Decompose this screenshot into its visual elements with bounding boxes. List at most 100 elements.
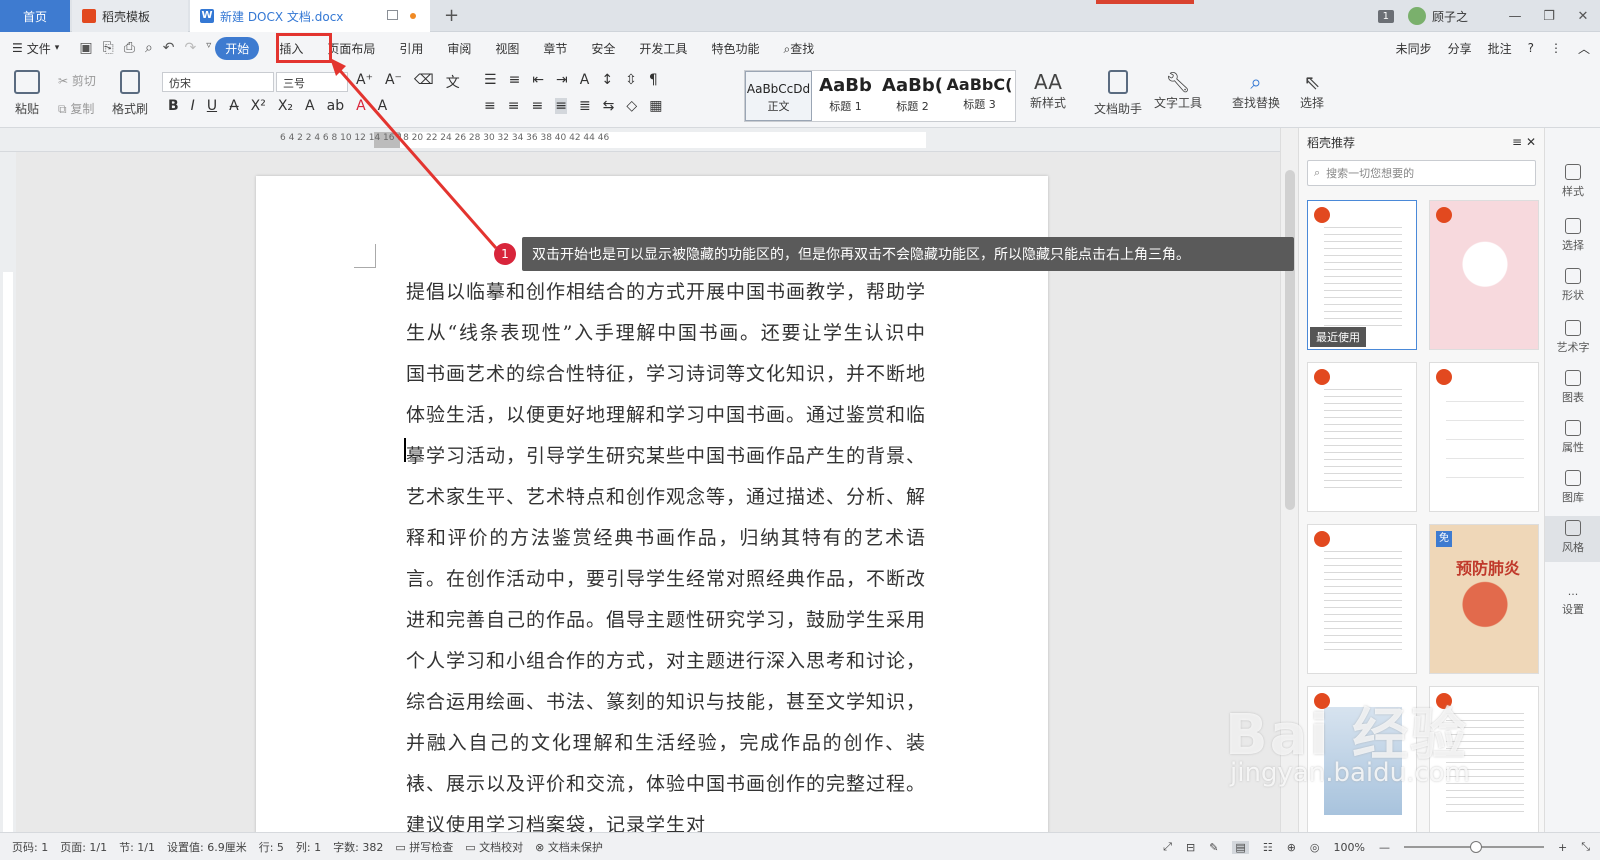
- sort-icon[interactable]: ↕: [601, 72, 613, 88]
- tab-document[interactable]: W 新建 DOCX 文档.docx: [190, 0, 430, 32]
- fullscreen-icon[interactable]: ⤢: [1163, 840, 1172, 854]
- increase-indent-icon[interactable]: ⇥: [556, 72, 568, 88]
- vertical-ruler[interactable]: [0, 152, 16, 832]
- restore-icon[interactable]: ❐: [1532, 9, 1566, 24]
- font-size-select[interactable]: 三号: [276, 72, 348, 92]
- fit-window-icon[interactable]: ⤡: [1581, 840, 1590, 854]
- tab-security[interactable]: 安全: [579, 40, 627, 57]
- side-tool-wordart[interactable]: 艺术字: [1545, 320, 1600, 355]
- horizontal-ruler[interactable]: 6 4 2 2 4 6 8 10 12 14 16 18 20 22 24 26…: [0, 128, 1280, 152]
- shrink-font-icon[interactable]: A⁻: [385, 72, 402, 92]
- find-replace-button[interactable]: ⌕ 查找替换: [1232, 70, 1280, 111]
- tab-developer[interactable]: 开发工具: [627, 40, 699, 57]
- italic-icon[interactable]: I: [191, 98, 195, 114]
- side-tool-shape[interactable]: 形状: [1545, 268, 1600, 303]
- decrease-indent-icon[interactable]: ⇤: [532, 72, 544, 88]
- tab-review[interactable]: 审阅: [435, 40, 483, 57]
- highlight-icon[interactable]: ab: [327, 98, 344, 114]
- template-card[interactable]: 最近使用: [1307, 200, 1417, 350]
- line-spacing-icon[interactable]: ⇳: [625, 72, 637, 88]
- panel-search-input[interactable]: ⌕ 搜索一切您想要的: [1307, 160, 1536, 186]
- side-tool-properties[interactable]: 属性: [1545, 420, 1600, 455]
- spell-check-button[interactable]: ▭ 拼写检查: [395, 839, 453, 855]
- page-view-icon[interactable]: ▤: [1232, 840, 1249, 854]
- template-card[interactable]: [1429, 362, 1539, 512]
- font-name-select[interactable]: 仿宋: [162, 72, 274, 92]
- zoom-in-icon[interactable]: +: [1558, 841, 1567, 854]
- borders-icon[interactable]: ▦: [649, 98, 662, 114]
- justify-icon[interactable]: ≡: [555, 98, 567, 114]
- text-effect-icon[interactable]: A: [305, 98, 315, 114]
- share-button[interactable]: 分享: [1448, 40, 1472, 57]
- panel-close-icon[interactable]: ✕: [1526, 135, 1536, 149]
- help-icon[interactable]: ?: [1528, 41, 1534, 55]
- minimize-icon[interactable]: —: [1498, 9, 1532, 24]
- underline-icon[interactable]: U: [207, 98, 217, 114]
- status-word-count[interactable]: 字数: 382: [333, 839, 383, 855]
- zoom-out-icon[interactable]: —: [1379, 841, 1390, 854]
- text-tools-button[interactable]: 🔧︎ 文字工具: [1154, 70, 1202, 111]
- align-left-icon[interactable]: ≡: [484, 98, 496, 114]
- clear-format-icon[interactable]: ⌫: [414, 72, 434, 92]
- font-color-icon[interactable]: A: [356, 98, 366, 114]
- template-card[interactable]: [1429, 686, 1539, 836]
- distribute-icon[interactable]: ≣: [579, 98, 591, 114]
- strikethrough-icon[interactable]: A̶: [229, 98, 239, 114]
- side-tool-gallery[interactable]: 图库: [1545, 470, 1600, 505]
- zoom-slider-knob[interactable]: [1469, 841, 1482, 853]
- sync-status[interactable]: 未同步: [1396, 40, 1432, 57]
- tab-features[interactable]: 特色功能: [699, 40, 771, 57]
- style-normal[interactable]: AaBbCcDd 正文: [745, 71, 812, 121]
- template-card[interactable]: 免 预防肺炎: [1429, 524, 1539, 674]
- search-command[interactable]: ⌕查找: [771, 40, 826, 57]
- template-card[interactable]: [1307, 524, 1417, 674]
- read-mode-icon[interactable]: ⊟: [1186, 841, 1195, 854]
- window-count-badge[interactable]: 1: [1377, 9, 1394, 23]
- style-heading-3[interactable]: AaBbC( 标题 3: [946, 71, 1013, 121]
- status-row[interactable]: 行: 5: [259, 839, 284, 855]
- tab-references[interactable]: 引用: [387, 40, 435, 57]
- bullets-icon[interactable]: ☰: [484, 72, 497, 88]
- bold-icon[interactable]: B: [168, 98, 179, 114]
- save-icon[interactable]: ▣: [79, 40, 92, 56]
- subscript-icon[interactable]: X₂: [278, 98, 293, 114]
- copy-button[interactable]: ⧉ 复制: [58, 100, 94, 117]
- side-tool-chart[interactable]: 图表: [1545, 370, 1600, 405]
- template-card[interactable]: [1429, 200, 1539, 350]
- align-center-icon[interactable]: ≡: [508, 98, 520, 114]
- comment-button[interactable]: 批注: [1488, 40, 1512, 57]
- new-style-button[interactable]: AA 新样式: [1030, 70, 1066, 111]
- status-setting[interactable]: 设置值: 6.9厘米: [167, 839, 247, 855]
- tab-home[interactable]: 首页: [0, 0, 70, 32]
- redo-icon[interactable]: ↷: [185, 40, 197, 56]
- char-shading-icon[interactable]: A: [378, 98, 388, 114]
- document-page[interactable]: 提倡以临摹和创作相结合的方式开展中国书画教学，帮助学生从“线条表现性”入手理解中…: [256, 176, 1048, 832]
- cut-button[interactable]: ✂ 剪切: [58, 72, 96, 89]
- grow-font-icon[interactable]: A⁺: [356, 72, 373, 92]
- print-preview-icon[interactable]: ⌕: [145, 40, 153, 56]
- tab-start[interactable]: 开始: [215, 36, 260, 60]
- tab-template[interactable]: 稻壳模板: [72, 0, 188, 32]
- superscript-icon[interactable]: X²: [251, 98, 266, 114]
- close-icon[interactable]: ✕: [1566, 9, 1600, 24]
- window-mode-icon[interactable]: [387, 10, 398, 20]
- paste-button[interactable]: 粘贴: [14, 70, 40, 117]
- status-pages[interactable]: 页面: 1/1: [60, 839, 107, 855]
- shading-icon[interactable]: ◇: [626, 98, 637, 114]
- zoom-slider[interactable]: [1403, 841, 1544, 853]
- tab-chapter[interactable]: 章节: [531, 40, 579, 57]
- select-button[interactable]: ⇖ 选择: [1300, 70, 1324, 111]
- outline-view-icon[interactable]: ☷: [1263, 841, 1273, 854]
- numbering-icon[interactable]: ≡: [509, 72, 521, 88]
- tab-view[interactable]: 视图: [483, 40, 531, 57]
- document-paragraph[interactable]: 提倡以临摹和创作相结合的方式开展中国书画教学，帮助学生从“线条表现性”入手理解中…: [406, 272, 926, 832]
- status-page-number[interactable]: 页码: 1: [12, 839, 48, 855]
- avatar[interactable]: [1407, 7, 1426, 25]
- side-tool-style[interactable]: 样式: [1545, 164, 1600, 199]
- collapse-ribbon-icon[interactable]: ︿: [1578, 40, 1590, 57]
- user-name[interactable]: 顾子之: [1432, 8, 1468, 25]
- edit-mode-icon[interactable]: ✎: [1209, 841, 1218, 854]
- unsaved-dot-icon[interactable]: [410, 13, 416, 19]
- proofread-button[interactable]: ▭ 文档校对: [465, 839, 523, 855]
- file-menu[interactable]: ☰ 文件 ▾: [12, 40, 59, 57]
